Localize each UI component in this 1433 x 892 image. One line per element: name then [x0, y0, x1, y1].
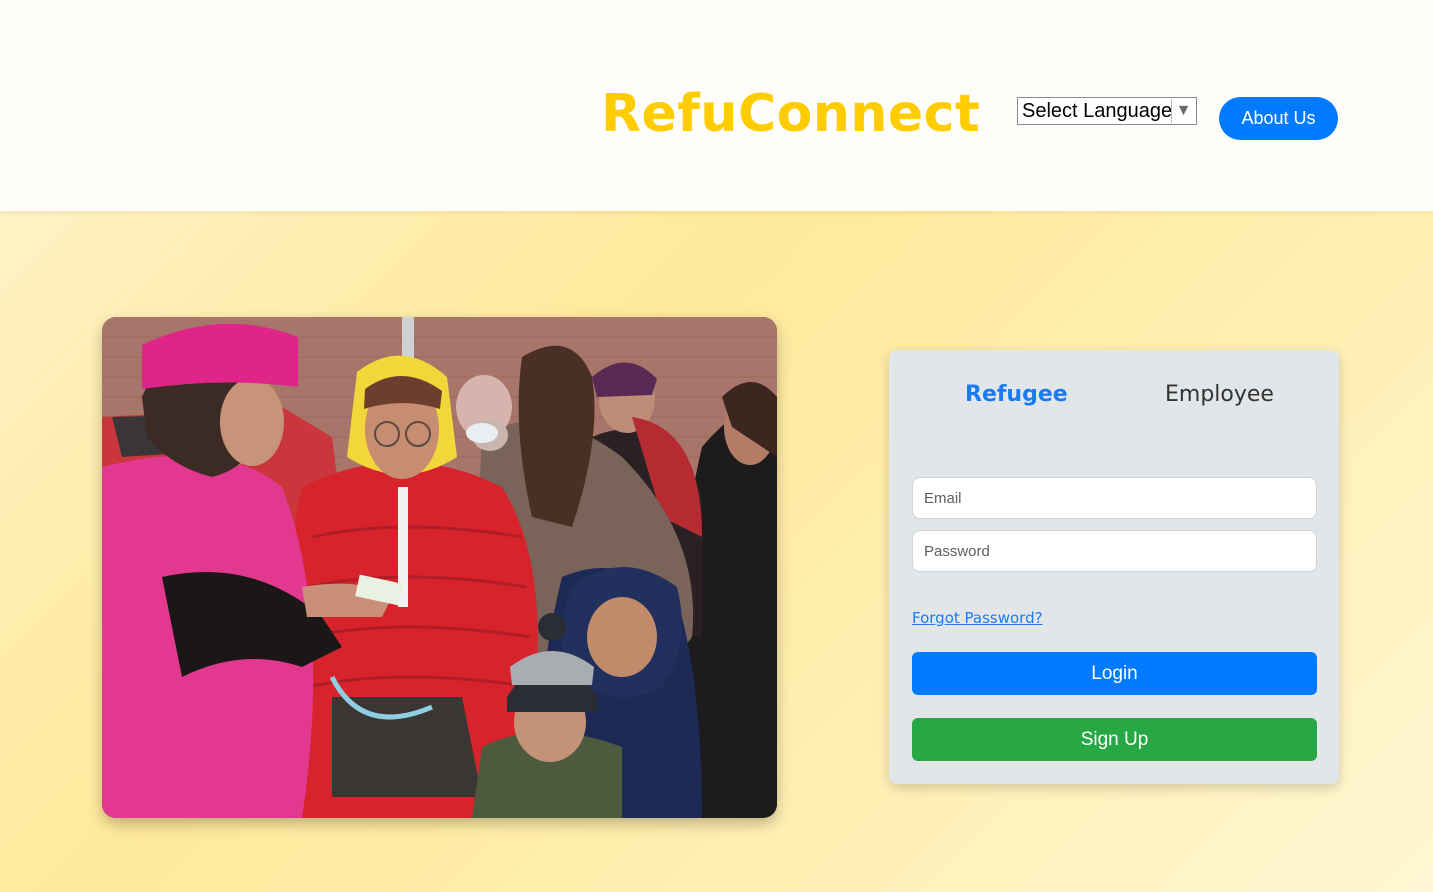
sign-up-button[interactable]: Sign Up — [912, 718, 1317, 761]
login-button[interactable]: Login — [912, 652, 1317, 695]
forgot-password-link[interactable]: Forgot Password? — [912, 609, 1043, 627]
site-header: RefuConnect Select Language ▼ About Us — [0, 0, 1433, 211]
brand-logo-text: RefuConnect — [601, 84, 981, 144]
email-field[interactable] — [912, 477, 1317, 519]
password-field[interactable] — [912, 530, 1317, 572]
tab-refugee[interactable]: Refugee — [965, 384, 1068, 406]
tab-employee[interactable]: Employee — [1165, 384, 1274, 406]
language-select[interactable]: Select Language ▼ — [1017, 97, 1197, 125]
language-select-label: Select Language — [1022, 99, 1173, 122]
login-card: Refugee Employee Forgot Password? Login … — [889, 350, 1339, 784]
hero-photo — [102, 317, 777, 818]
about-us-button[interactable]: About Us — [1219, 97, 1338, 140]
chevron-down-icon[interactable]: ▼ — [1171, 99, 1195, 123]
